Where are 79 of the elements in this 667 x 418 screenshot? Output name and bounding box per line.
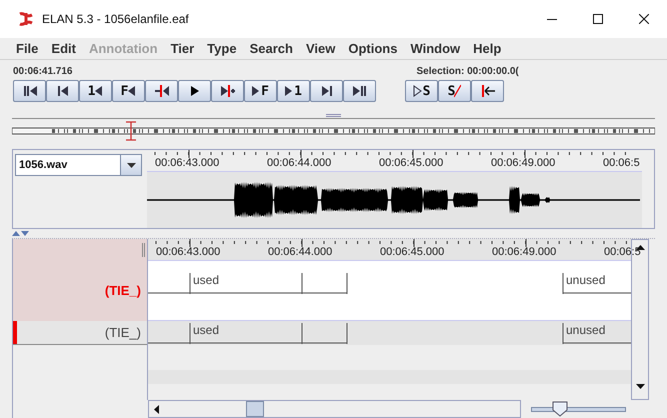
toolbar-button[interactable] [471, 80, 504, 102]
menu-item[interactable]: View [306, 38, 336, 58]
button-glyph-text: F [261, 84, 269, 98]
prev-frame-icon [56, 85, 70, 97]
slider-thumb[interactable] [552, 401, 568, 417]
caret-icon [126, 162, 136, 168]
menu-item[interactable]: Options [348, 38, 398, 58]
right-triangle-icon [252, 85, 262, 97]
annotation-text[interactable]: used [193, 324, 220, 336]
next-frame-icon [320, 85, 334, 97]
time-label: 00:06:5 [603, 158, 640, 169]
time-label: 00:06:45.000 [379, 158, 444, 169]
up-arrow-icon [12, 231, 20, 236]
minimize-icon [547, 18, 557, 20]
time-label: 00:06:5 [604, 247, 641, 258]
toolbar-button[interactable]: 1 [277, 80, 310, 102]
time-label: 00:06:43.000 [156, 247, 220, 258]
play-around-icon [220, 85, 234, 97]
strike-slash-icon [454, 84, 462, 98]
media-dropdown[interactable]: 1056.wav [15, 154, 142, 176]
toolbar-button[interactable]: S [405, 80, 438, 102]
resize-grip-icon [142, 243, 145, 257]
toolbar-button[interactable] [145, 80, 178, 102]
left-triangle-icon [95, 85, 104, 97]
button-glyph-text: F [120, 84, 128, 98]
time-label: 00:06:45.000 [380, 247, 444, 258]
menu-item[interactable]: Edit [51, 38, 76, 58]
to-selection-begin-icon [154, 85, 168, 97]
splitter-grip-icon [326, 114, 341, 118]
left-triangle-icon [128, 85, 136, 97]
toolbar-button[interactable]: S [438, 80, 471, 102]
down-arrow-icon [21, 231, 29, 236]
to-begin-icon [480, 85, 494, 97]
toolbar-button[interactable] [211, 80, 244, 102]
time-label: 00:06:44.000 [268, 247, 332, 258]
end-icon [352, 85, 366, 97]
outline-triangle-icon [412, 85, 423, 97]
tier-name: (TIE_) [104, 282, 141, 300]
button-glyph-text: 1 [294, 84, 302, 98]
toolbar-button[interactable] [46, 80, 79, 102]
begin-icon [22, 85, 36, 97]
annotation-text[interactable]: used [193, 274, 220, 286]
tier-label-row[interactable]: (TIE_) [13, 321, 147, 345]
time-label: 00:06:49.000 [491, 158, 556, 169]
right-triangle-icon [285, 85, 294, 97]
scroll-left-icon [154, 404, 159, 414]
toolbar-button[interactable] [178, 80, 211, 102]
time-label: 00:06:49.000 [492, 247, 556, 258]
toolbar-button[interactable]: F [244, 80, 277, 102]
button-glyph-text: 1 [88, 84, 96, 98]
selection-time: Selection: 00:00:00.0( [416, 65, 519, 76]
toolbar-button[interactable] [13, 80, 46, 102]
annotation-text[interactable]: unused [566, 324, 606, 336]
menu-item[interactable]: Window [410, 38, 460, 58]
menu-item[interactable]: Help [473, 38, 502, 58]
menu-item[interactable]: Search [250, 38, 293, 58]
app-logo-icon [18, 12, 34, 26]
button-glyph-text: S [448, 84, 456, 98]
horizontal-scrollbar[interactable] [148, 400, 521, 418]
toolbar-button[interactable]: F [112, 80, 145, 102]
time-label: 00:06:43.000 [155, 158, 220, 169]
toolbar-button[interactable] [343, 80, 376, 102]
current-time: 00:06:41.716 [13, 65, 72, 76]
scroll-down-icon [636, 384, 644, 389]
maximize-icon [593, 14, 603, 24]
zoom-slider[interactable] [531, 400, 626, 418]
window-title: ELAN 5.3 - 1056elanfile.eaf [42, 11, 189, 28]
time-label: 00:06:44.000 [267, 158, 332, 169]
menu-item[interactable]: Tier [170, 38, 194, 58]
tier-name: (TIE_) [104, 324, 141, 342]
button-glyph-text: S [422, 84, 430, 98]
menu-item[interactable]: File [16, 38, 38, 58]
annotation-text[interactable]: unused [566, 274, 606, 286]
active-tier-marker [13, 321, 17, 344]
scroll-thumb[interactable] [246, 401, 264, 417]
toolbar-button[interactable] [310, 80, 343, 102]
close-icon [639, 14, 649, 24]
toolbar-button[interactable]: 1 [79, 80, 112, 102]
menu-item[interactable]: Type [207, 38, 237, 58]
